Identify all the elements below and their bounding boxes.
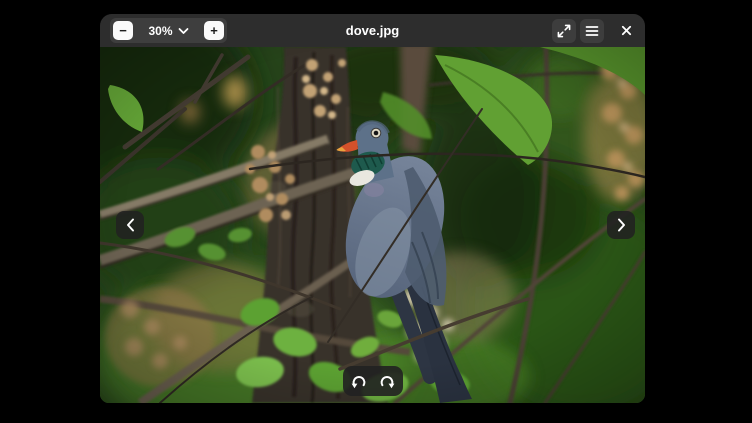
rotate-cw-icon	[378, 372, 396, 390]
chevron-down-icon	[178, 27, 189, 35]
fullscreen-icon	[557, 24, 571, 38]
close-icon	[621, 25, 632, 36]
fullscreen-button[interactable]	[552, 19, 576, 43]
menu-button[interactable]	[580, 19, 604, 43]
zoom-in-button[interactable]: +	[204, 21, 224, 40]
zoom-level-value: 30%	[148, 24, 172, 38]
desktop-background: − 30% + dove.jpg	[0, 0, 752, 423]
rotate-ccw-icon	[350, 372, 368, 390]
headerbar-right-controls	[552, 19, 638, 43]
zoom-control-group: − 30% +	[110, 18, 227, 43]
rotate-counterclockwise-button[interactable]	[349, 371, 369, 391]
close-button[interactable]	[614, 19, 638, 43]
chevron-right-icon	[617, 218, 626, 232]
previous-image-button[interactable]	[116, 211, 144, 239]
image-view[interactable]	[100, 47, 645, 403]
next-image-button[interactable]	[607, 211, 635, 239]
rotate-toolbar	[343, 366, 403, 396]
zoom-level-dropdown[interactable]: 30%	[148, 18, 188, 43]
headerbar[interactable]: − 30% + dove.jpg	[100, 14, 645, 47]
rotate-clockwise-button[interactable]	[377, 371, 397, 391]
image-viewer-window: − 30% + dove.jpg	[100, 14, 645, 403]
menu-icon	[585, 25, 599, 37]
photo-dove	[100, 47, 645, 403]
zoom-out-button[interactable]: −	[113, 21, 133, 40]
chevron-left-icon	[126, 218, 135, 232]
